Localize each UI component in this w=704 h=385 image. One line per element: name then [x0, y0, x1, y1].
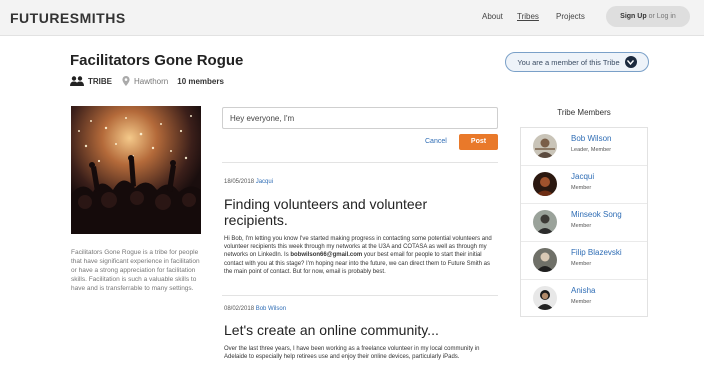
avatar[interactable] — [533, 172, 557, 196]
members-heading: Tribe Members — [557, 108, 611, 117]
signup-label[interactable]: Sign Up — [620, 13, 646, 20]
signup-login-button[interactable]: Sign Up or Log in — [606, 6, 690, 27]
tribe-meta: TRIBE Hawthorn 10 members — [70, 75, 224, 87]
post-title[interactable]: Let's create an online community... — [224, 322, 484, 338]
member-role: Member — [571, 223, 592, 229]
post-body: Over the last three years, I have been w… — [224, 346, 480, 361]
group-icon — [70, 76, 84, 86]
nav-link-tribes[interactable]: Tribes — [517, 12, 539, 21]
post-meta: 18/05/2018 Jacqui — [224, 179, 273, 185]
tribe-description: Facilitators Gone Rogue is a tribe for p… — [71, 249, 200, 292]
post-date: 18/05/2018 — [224, 179, 255, 185]
avatar[interactable] — [533, 248, 557, 272]
location-pin-icon — [122, 76, 130, 86]
tribe-location: Hawthorn — [134, 76, 169, 86]
avatar[interactable] — [533, 286, 557, 310]
member-role: Member — [571, 261, 592, 267]
member-item[interactable]: Bob Wilson Leader, Member — [521, 128, 647, 166]
nav-link-projects[interactable]: Projects — [556, 12, 585, 21]
membership-status-button[interactable]: You are a member of this Tribe — [505, 52, 649, 72]
post-author-link[interactable]: Bob Wilson — [256, 306, 286, 312]
member-item[interactable]: Filip Blazevski Member — [521, 242, 647, 280]
members-list: Bob Wilson Leader, Member Jacqui Member … — [520, 127, 648, 317]
tribe-member-count: 10 members — [177, 76, 224, 86]
login-label[interactable]: or Log in — [649, 13, 676, 20]
new-post-input[interactable] — [222, 107, 498, 129]
post-body: Hi Bob, I'm letting you know I've starte… — [224, 235, 494, 276]
member-role: Member — [571, 185, 592, 191]
tribe-type-label: TRIBE — [88, 76, 112, 86]
membership-status-label: You are a member of this Tribe — [517, 57, 620, 67]
post-meta: 08/02/2018 Bob Wilson — [224, 306, 286, 312]
post-author-link[interactable]: Jacqui — [256, 179, 273, 185]
page-title: Facilitators Gone Rogue — [70, 52, 244, 69]
member-role: Member — [571, 299, 592, 305]
avatar[interactable] — [533, 134, 557, 158]
cancel-button[interactable]: Cancel — [425, 138, 447, 145]
tribe-cover-image — [71, 106, 201, 234]
post-title[interactable]: Finding volunteers and volunteer recipie… — [224, 196, 484, 228]
member-item[interactable]: Jacqui Member — [521, 166, 647, 204]
site-logo[interactable]: FUTURESMITHS — [10, 10, 126, 26]
nav-link-about[interactable]: About — [482, 12, 503, 21]
post-button[interactable]: Post — [459, 134, 498, 150]
member-name-link[interactable]: Bob Wilson — [571, 134, 611, 143]
member-role: Leader, Member — [571, 147, 612, 153]
member-name-link[interactable]: Jacqui — [571, 172, 594, 181]
member-item[interactable]: Minseok Song Member — [521, 204, 647, 242]
member-name-link[interactable]: Filip Blazevski — [571, 248, 622, 257]
post-date: 08/02/2018 — [224, 306, 255, 312]
member-item[interactable]: Anisha Member — [521, 280, 647, 318]
divider — [222, 295, 498, 296]
chevron-down-icon[interactable] — [624, 56, 637, 68]
divider — [222, 162, 498, 163]
post-email: bobwilson66@gmail.com — [290, 252, 363, 259]
member-name-link[interactable]: Minseok Song — [571, 210, 622, 219]
member-name-link[interactable]: Anisha — [571, 286, 595, 295]
avatar[interactable] — [533, 210, 557, 234]
top-nav: FUTURESMITHS About Tribes Projects Sign … — [0, 0, 704, 36]
